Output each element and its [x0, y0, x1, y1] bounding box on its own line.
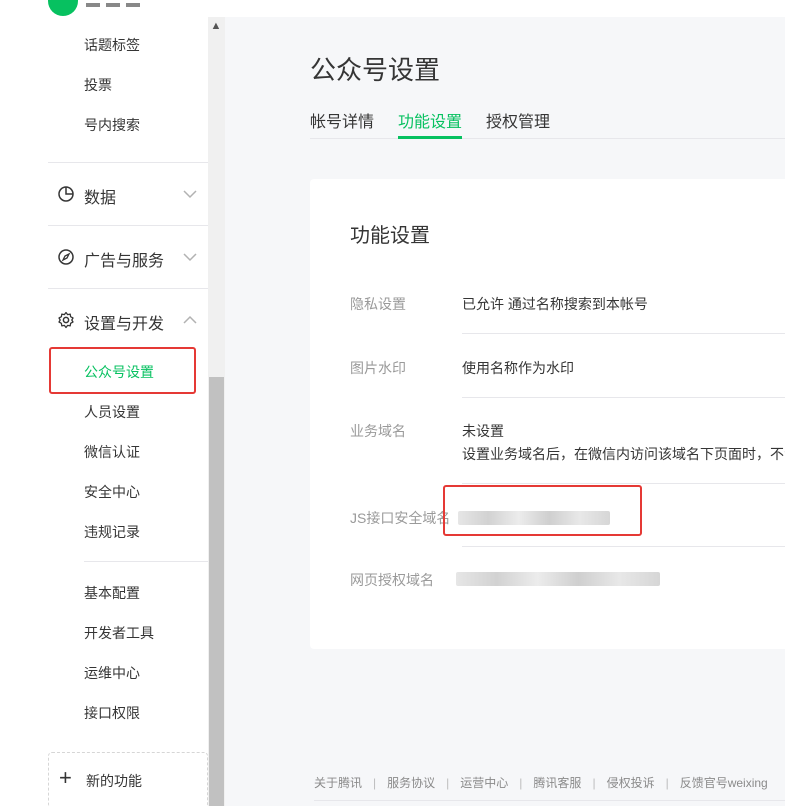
gear-icon [58, 311, 74, 329]
sidebar-item-violations[interactable]: 违规记录 [84, 522, 140, 542]
new-feature-button[interactable]: + 新的功能 [48, 752, 208, 806]
wechat-logo-icon[interactable] [48, 0, 78, 16]
page-title: 公众号设置 [310, 55, 441, 85]
tab-function-settings[interactable]: 功能设置 [398, 108, 462, 132]
sidebar-scroll-thumb[interactable] [209, 377, 224, 806]
highlight-box [49, 347, 196, 394]
sidebar-group-data[interactable]: 数据 [56, 182, 206, 207]
sidebar-item-basic-config[interactable]: 基本配置 [84, 583, 140, 603]
footer-link-support[interactable]: 腾讯客服 [533, 776, 581, 790]
footer-link-feedback[interactable]: 反馈官号weixing [680, 776, 768, 790]
sidebar-group-settings-dev[interactable]: 设置与开发 [56, 308, 206, 333]
card-title: 功能设置 [350, 225, 430, 247]
sidebar-divider [48, 288, 208, 289]
row-divider [462, 333, 785, 334]
footer-link-complaint[interactable]: 侵权投诉 [607, 776, 655, 790]
chevron-down-icon [183, 190, 197, 199]
logo-text [86, 0, 166, 7]
active-tab-indicator [398, 136, 462, 139]
row-label-oauth-domain: 网页授权域名 [350, 572, 434, 588]
sidebar-item-api-permissions[interactable]: 接口权限 [84, 703, 140, 723]
row-value-watermark: 使用名称作为水印 [462, 360, 574, 376]
footer-link-about[interactable]: 关于腾讯 [314, 776, 362, 790]
sidebar-item-in-account-search[interactable]: 号内搜索 [84, 115, 140, 135]
sidebar-item-wechat-verify[interactable]: 微信认证 [84, 442, 140, 462]
sidebar-group-label: 设置与开发 [84, 316, 165, 333]
plus-icon: + [59, 765, 72, 790]
sidebar-item-security-center[interactable]: 安全中心 [84, 482, 140, 502]
row-label-privacy: 隐私设置 [350, 296, 406, 312]
function-settings-card: 功能设置 隐私设置 已允许 通过名称搜索到本帐号 图片水印 使用名称作为水印 业… [310, 179, 785, 649]
row-note-business-domain: 设置业务域名后，在微信内访问该域名下页面时，不会 [462, 446, 785, 462]
chevron-down-icon [183, 253, 197, 262]
row-divider [462, 546, 785, 547]
highlight-box [443, 485, 642, 536]
row-label-js-domain: JS接口安全域名 [350, 510, 451, 526]
sidebar-item-ops-center[interactable]: 运维中心 [84, 663, 140, 683]
row-divider [462, 483, 785, 484]
footer-divider [314, 800, 785, 801]
sidebar-item-topic-tags[interactable]: 话题标签 [84, 35, 140, 55]
tab-authorization[interactable]: 授权管理 [486, 108, 550, 132]
sidebar-divider [48, 225, 208, 226]
row-value-business-domain: 未设置 [462, 423, 504, 439]
sidebar-divider [48, 162, 208, 163]
sidebar-item-personnel[interactable]: 人员设置 [84, 402, 140, 422]
tab-account-details[interactable]: 帐号详情 [310, 108, 374, 132]
sidebar-divider [84, 561, 208, 562]
compass-icon [58, 249, 74, 265]
sidebar: ▲ 话题标签 投票 号内搜索 数据 广告与服务 设置与开发 公众号设置 人员设置… [0, 17, 225, 806]
tab-bar: 帐号详情 功能设置 授权管理 [310, 100, 785, 139]
sidebar-group-ads-services[interactable]: 广告与服务 [56, 245, 206, 270]
row-divider [462, 397, 785, 398]
chevron-up-icon [183, 315, 197, 324]
top-bar [0, 0, 785, 17]
footer-link-ops-center[interactable]: 运营中心 [460, 776, 508, 790]
footer-links: 关于腾讯 | 服务协议 | 运营中心 | 腾讯客服 | 侵权投诉 | 反馈官号weixing [314, 776, 768, 790]
redacted-oauth-domain [456, 572, 660, 586]
new-feature-label: 新的功能 [86, 773, 142, 789]
sidebar-item-dev-tools[interactable]: 开发者工具 [84, 623, 154, 643]
row-label-watermark: 图片水印 [350, 360, 406, 376]
footer-link-terms[interactable]: 服务协议 [387, 776, 435, 790]
pie-chart-icon [58, 186, 74, 202]
sidebar-item-vote[interactable]: 投票 [84, 75, 112, 95]
row-value-privacy: 已允许 通过名称搜索到本帐号 [462, 296, 648, 312]
sidebar-group-label: 数据 [84, 190, 117, 207]
row-label-business-domain: 业务域名 [350, 423, 406, 439]
scroll-up-arrow-icon[interactable]: ▲ [209, 19, 223, 33]
sidebar-group-label: 广告与服务 [84, 253, 165, 270]
